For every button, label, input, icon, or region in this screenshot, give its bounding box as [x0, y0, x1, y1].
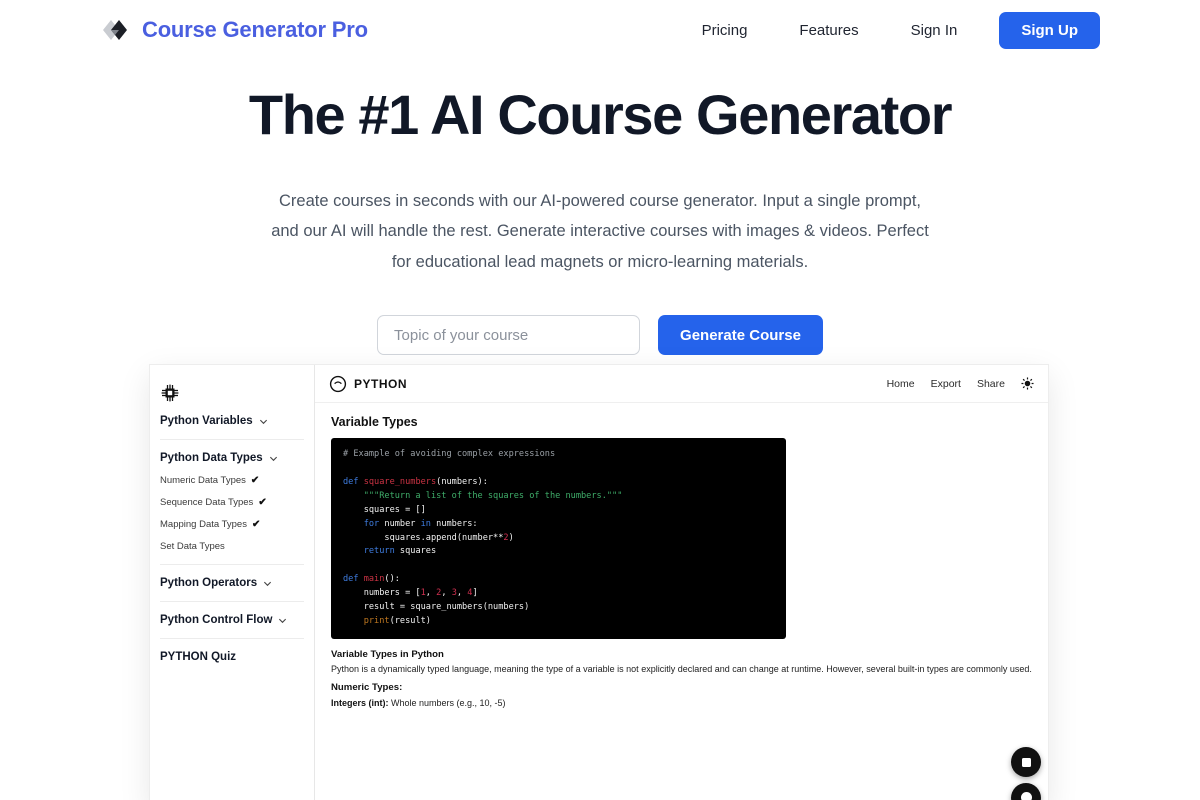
hero-section: The #1 AI Course Generator Create course… — [0, 60, 1200, 356]
code-token: # Example of avoiding complex expression… — [343, 449, 556, 459]
code-token: """Return a list of the squares of the n… — [343, 490, 623, 501]
top-navbar: Course Generator Pro Pricing Features Si… — [0, 0, 1200, 60]
sidebar-section-python-control-flow: Python Control Flow — [160, 602, 304, 639]
sidebar-item-python-variables[interactable]: Python Variables — [160, 415, 304, 427]
brand[interactable]: Course Generator Pro — [100, 16, 368, 44]
hero-subtitle: Create courses in seconds with our AI-po… — [271, 191, 929, 271]
code-token: def — [343, 574, 364, 585]
nav-links: Pricing Features Sign In Sign Up — [676, 11, 1100, 49]
code-token: squares = [] — [343, 504, 426, 515]
check-icon: ✔ — [250, 475, 260, 486]
sidebar-subitem-mapping-data-types[interactable]: Mapping Data Types ✔ — [160, 519, 304, 530]
body-subheading: Numeric Types: — [331, 681, 403, 693]
chevron-down-icon — [264, 581, 272, 586]
preview-nav-share[interactable]: Share — [977, 378, 1005, 390]
code-token: in — [420, 518, 431, 529]
body-paragraph: Python is a dynamically typed language, … — [331, 663, 1032, 674]
sidebar-section-python-quiz: PYTHON Quiz — [160, 639, 304, 675]
code-token: squares.append(number** — [343, 532, 504, 543]
body-bullet: Integers (int): Whole numbers (e.g., 10,… — [331, 696, 1032, 710]
sidebar-section-label: PYTHON Quiz — [160, 651, 237, 663]
preview-brand-name: PYTHON — [354, 376, 408, 391]
sidebar-section-python-variables: Python Variables — [160, 403, 304, 440]
preview-sidebar: Python Variables Python Data Types Numer… — [150, 365, 315, 800]
sidebar-section-label: Python Control Flow — [160, 614, 273, 626]
sidebar-subitem-label: Mapping Data Types — [160, 519, 247, 530]
body-heading: Variable Types in Python — [331, 648, 444, 660]
sidebar-subitem-label: Set Data Types — [160, 541, 225, 552]
code-token: for — [343, 518, 380, 529]
sidebar-subitem-label: Numeric Data Types — [160, 475, 246, 486]
code-token: numbers = [ — [343, 588, 421, 599]
circle-smile-icon — [329, 375, 347, 393]
chevron-down-icon — [269, 456, 277, 461]
code-token: , — [456, 588, 468, 599]
nav-link-sign-in[interactable]: Sign In — [885, 14, 984, 47]
preview-nav-home[interactable]: Home — [887, 378, 915, 390]
code-token: , — [441, 588, 452, 599]
generate-course-button[interactable]: Generate Course — [658, 315, 823, 356]
sidebar-section-label: Python Operators — [160, 577, 258, 589]
content-heading: Variable Types — [331, 415, 418, 429]
code-token: , — [425, 588, 437, 599]
sidebar-subitem-set-data-types[interactable]: Set Data Types — [160, 541, 304, 552]
sidebar-subitem-sequence-data-types[interactable]: Sequence Data Types ✔ — [160, 497, 304, 508]
nav-link-features[interactable]: Features — [773, 14, 884, 47]
page-title: The #1 AI Course Generator — [248, 83, 953, 146]
code-token: def — [343, 476, 364, 487]
nav-link-pricing[interactable]: Pricing — [676, 14, 774, 47]
preview-content: Variable Types # Example of avoiding com… — [315, 403, 1048, 800]
body-bullet-text: Whole numbers (e.g., 10, -5) — [388, 697, 506, 708]
sidebar-item-python-control-flow[interactable]: Python Control Flow — [160, 614, 304, 626]
stop-square-icon — [1021, 757, 1031, 767]
preview-topbar: PYTHON Home Export Share — [315, 365, 1048, 403]
sidebar-subitem-numeric-data-types[interactable]: Numeric Data Types ✔ — [160, 475, 304, 486]
chevron-down-icon — [279, 618, 287, 623]
code-token: result = square_numbers(numbers) — [343, 602, 530, 613]
code-token: squares — [394, 546, 437, 557]
cpu-chip-icon — [160, 383, 180, 403]
sidebar-item-python-data-types[interactable]: Python Data Types — [160, 452, 304, 464]
preview-main: PYTHON Home Export Share Variable Types … — [315, 365, 1048, 800]
code-token: print — [343, 616, 390, 627]
code-token: (result) — [389, 616, 431, 627]
code-token: return — [343, 546, 395, 557]
sign-up-button[interactable]: Sign Up — [999, 11, 1100, 49]
code-token: number — [379, 518, 421, 529]
sun-icon[interactable] — [1021, 377, 1034, 390]
preview-brand: PYTHON — [329, 375, 407, 393]
course-topic-input[interactable] — [377, 315, 641, 356]
dual-diamond-logo-icon — [100, 16, 130, 44]
sidebar-item-python-operators[interactable]: Python Operators — [160, 577, 304, 589]
content-body: Variable Types in Python Python is a dyn… — [331, 649, 1032, 710]
sidebar-section-python-operators: Python Operators — [160, 565, 304, 602]
code-token: numbers: — [430, 518, 478, 529]
body-bullet-label: Integers (int): — [331, 697, 389, 708]
preview-nav-export[interactable]: Export — [931, 378, 961, 390]
chevron-down-icon — [259, 419, 267, 424]
code-token: (): — [384, 574, 400, 585]
code-token: ) — [508, 532, 514, 543]
sidebar-subitem-label: Sequence Data Types — [160, 497, 254, 508]
sidebar-section-python-data-types: Python Data Types Numeric Data Types ✔ S… — [160, 440, 304, 565]
code-token: square_numbers — [363, 476, 437, 487]
stop-button[interactable] — [1011, 747, 1041, 777]
check-icon: ✔ — [258, 497, 267, 508]
check-icon: ✔ — [251, 519, 261, 530]
sidebar-section-label: Python Data Types — [160, 452, 263, 464]
code-block: # Example of avoiding complex expression… — [331, 438, 786, 639]
code-token: (numbers): — [436, 476, 488, 487]
cta-row: Generate Course — [0, 315, 1200, 356]
code-token: ] — [472, 588, 478, 599]
preview-topnav: Home Export Share — [887, 377, 1034, 390]
sidebar-item-python-quiz[interactable]: PYTHON Quiz — [160, 651, 304, 663]
app-preview-panel: Python Variables Python Data Types Numer… — [150, 365, 1048, 800]
code-token: main — [363, 574, 385, 585]
brand-name: Course Generator Pro — [142, 17, 368, 42]
record-circle-icon — [1020, 791, 1032, 800]
sidebar-section-label: Python Variables — [160, 415, 253, 427]
